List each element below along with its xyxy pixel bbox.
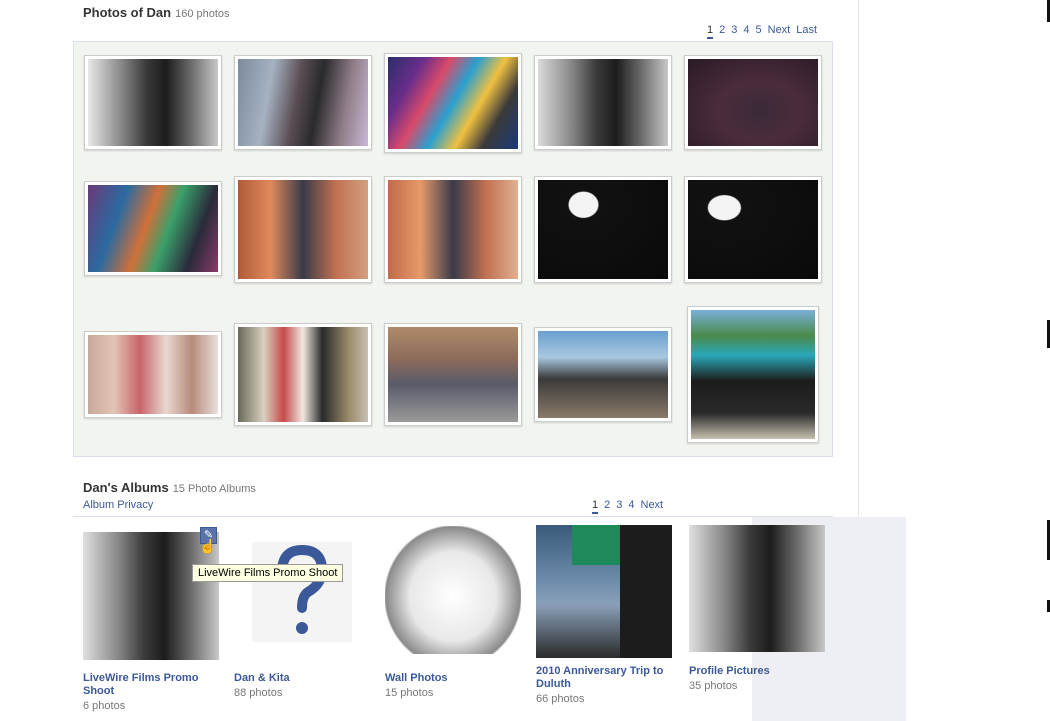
- album-tooltip: LiveWire Films Promo Shoot: [192, 564, 344, 582]
- pager-page-2[interactable]: 2: [719, 24, 725, 39]
- album-photo-count: 66 photos: [536, 693, 585, 705]
- photo-thumb[interactable]: [84, 331, 222, 418]
- photo-thumb[interactable]: [234, 55, 372, 150]
- photo-thumb[interactable]: [384, 53, 522, 153]
- album-cover[interactable]: [689, 525, 825, 652]
- photo-thumb[interactable]: [234, 323, 372, 426]
- album-item[interactable]: 2010 Anniversary Trip to Duluth 66 photo…: [536, 525, 672, 705]
- photo-thumb[interactable]: [84, 181, 222, 276]
- pager-next[interactable]: Next: [768, 24, 791, 39]
- album-item[interactable]: Wall Photos 15 photos: [385, 526, 521, 699]
- album-name[interactable]: Profile Pictures: [689, 665, 825, 678]
- album-name[interactable]: Dan & Kita: [234, 672, 370, 685]
- album-photo-count: 15 photos: [385, 687, 434, 699]
- albums-pager-page-1[interactable]: 1: [592, 499, 599, 514]
- pager-last[interactable]: Last: [796, 24, 817, 39]
- albums-count: 15 Photo Albums: [172, 483, 256, 495]
- album-photo-count: 6 photos: [83, 700, 126, 712]
- photo-thumb[interactable]: [384, 176, 522, 283]
- albums-pager: 1 2 3 4 Next: [592, 499, 663, 514]
- album-photo-count: 35 photos: [689, 680, 738, 692]
- albums-title-text: Dan's Albums: [83, 480, 169, 495]
- album-cover[interactable]: [385, 526, 521, 654]
- photo-thumb[interactable]: [234, 176, 372, 283]
- album-item[interactable]: Profile Pictures 35 photos: [689, 525, 825, 692]
- album-cover[interactable]: [234, 532, 370, 660]
- album-photo-count: 88 photos: [234, 687, 283, 699]
- photos-title: Photos of Dan 160 photos: [83, 5, 230, 20]
- photo-thumb[interactable]: [534, 176, 672, 283]
- photo-thumb[interactable]: [684, 55, 822, 150]
- albums-pager-page-3[interactable]: 3: [616, 499, 622, 514]
- album-item[interactable]: Dan & Kita 88 photos: [234, 532, 370, 699]
- album-privacy-link[interactable]: Album Privacy: [83, 499, 153, 511]
- album-name[interactable]: LiveWire Films Promo Shoot: [83, 672, 219, 698]
- photos-pager: 1 2 3 4 5 Next Last: [707, 24, 817, 39]
- question-mark-icon: [277, 544, 328, 634]
- photo-thumb[interactable]: [684, 176, 822, 283]
- photo-thumb[interactable]: [687, 306, 819, 443]
- photo-thumb[interactable]: [84, 55, 222, 150]
- albums-pager-page-4[interactable]: 4: [628, 499, 634, 514]
- albums-pager-next[interactable]: Next: [641, 499, 664, 514]
- photos-count: 160 photos: [175, 8, 230, 20]
- pager-page-4[interactable]: 4: [743, 24, 749, 39]
- photo-thumb[interactable]: [384, 323, 522, 426]
- album-cover[interactable]: [536, 525, 672, 658]
- pager-page-3[interactable]: 3: [731, 24, 737, 39]
- album-name[interactable]: 2010 Anniversary Trip to Duluth: [536, 665, 672, 691]
- photo-thumb[interactable]: [534, 327, 672, 422]
- album-item[interactable]: LiveWire Films Promo Shoot 6 photos: [83, 532, 219, 712]
- hand-cursor-icon: ☝: [199, 538, 217, 554]
- albums-pager-page-2[interactable]: 2: [604, 499, 610, 514]
- album-name[interactable]: Wall Photos: [385, 672, 521, 685]
- photo-thumb[interactable]: [534, 55, 672, 150]
- pager-page-5[interactable]: 5: [756, 24, 762, 39]
- albums-title: Dan's Albums 15 Photo Albums: [83, 480, 256, 495]
- photos-title-text: Photos of Dan: [83, 5, 172, 20]
- pager-page-1[interactable]: 1: [707, 24, 714, 39]
